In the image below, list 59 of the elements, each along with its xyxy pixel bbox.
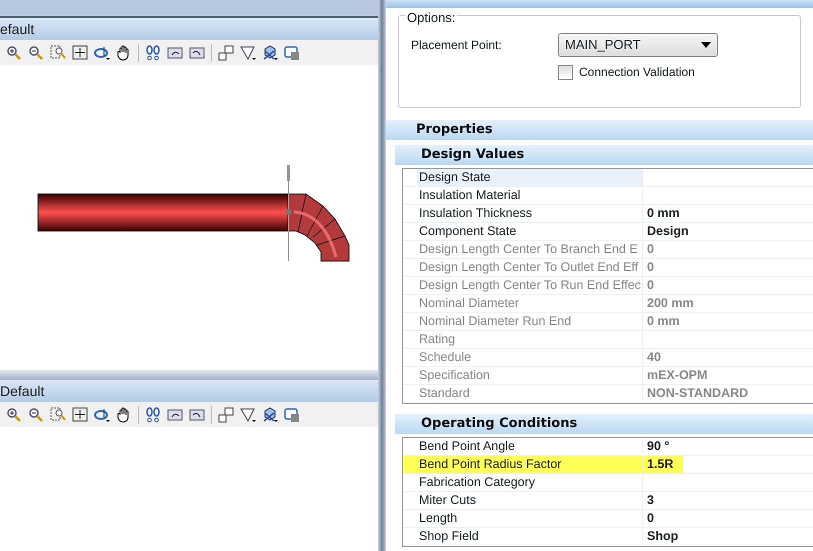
undo-view-icon[interactable]: [167, 44, 183, 60]
zoom-in-icon[interactable]: [6, 44, 22, 60]
checkbox-label: Connection Validation: [579, 64, 695, 81]
zoom-in-icon[interactable]: [6, 406, 22, 422]
property-name[interactable]: Miter Cuts: [417, 492, 643, 509]
property-name[interactable]: Insulation Material: [417, 187, 643, 204]
placement-dropdown[interactable]: MAIN_PORT: [558, 33, 718, 57]
property-value: Design: [647, 224, 689, 238]
funnel-icon[interactable]: [240, 406, 256, 422]
property-name[interactable]: Component State: [417, 223, 643, 240]
property-value: 1.5R: [647, 457, 674, 471]
fit-view-icon[interactable]: [72, 44, 88, 60]
view-title: efault: [0, 18, 378, 40]
property-name[interactable]: Fabrication Category: [417, 474, 643, 491]
property-name[interactable]: Insulation Thickness: [417, 205, 643, 222]
rotate-icon[interactable]: [94, 406, 110, 422]
display-icon[interactable]: [284, 406, 300, 422]
footprints-icon[interactable]: [145, 406, 161, 422]
caret-icon: [701, 42, 711, 48]
view-title: Default: [0, 380, 378, 402]
property-name[interactable]: Length: [417, 510, 643, 527]
zoom-window-icon[interactable]: [50, 406, 66, 422]
property-value: 0: [647, 278, 654, 292]
property-value: 0 mm: [647, 314, 680, 328]
property-value: 0: [647, 511, 654, 525]
zoom-out-icon[interactable]: [28, 406, 44, 422]
field-label: Placement Point:: [411, 37, 503, 54]
property-value: NON-STANDARD: [647, 386, 748, 400]
property-value: 40: [647, 350, 661, 364]
undo-view-icon[interactable]: [167, 406, 183, 422]
display-icon[interactable]: [284, 44, 300, 60]
property-name[interactable]: Design State: [417, 169, 643, 186]
property-value: 200 mm: [647, 296, 694, 310]
cube-icon[interactable]: [262, 44, 278, 60]
group-header: Design Values: [395, 145, 813, 165]
checkbox[interactable]: [558, 64, 573, 80]
property-value: 0: [647, 242, 654, 256]
window-area-icon[interactable]: [218, 44, 234, 60]
property-name[interactable]: Shop Field: [417, 528, 643, 545]
section-header: Properties: [386, 120, 813, 140]
property-value: 0: [647, 260, 654, 274]
zoom-window-icon[interactable]: [50, 44, 66, 60]
property-value: 90 °: [647, 439, 670, 453]
funnel-icon[interactable]: [240, 44, 256, 60]
property-value: 3: [647, 493, 654, 507]
redo-view-icon[interactable]: [189, 44, 205, 60]
fit-view-icon[interactable]: [72, 406, 88, 422]
footprints-icon[interactable]: [145, 44, 161, 60]
cube-icon[interactable]: [262, 406, 278, 422]
property-name[interactable]: Bend Point Radius Factor: [417, 456, 643, 473]
property-value: 0 mm: [647, 206, 680, 220]
redo-view-icon[interactable]: [189, 406, 205, 422]
rotate-icon[interactable]: [94, 44, 110, 60]
window-area-icon[interactable]: [218, 406, 234, 422]
zoom-out-icon[interactable]: [28, 44, 44, 60]
group-header: Operating Conditions: [395, 414, 813, 434]
property-name[interactable]: Bend Point Angle: [417, 438, 643, 455]
property-value: Shop: [647, 529, 678, 543]
property-value: mEX-OPM: [647, 368, 708, 382]
